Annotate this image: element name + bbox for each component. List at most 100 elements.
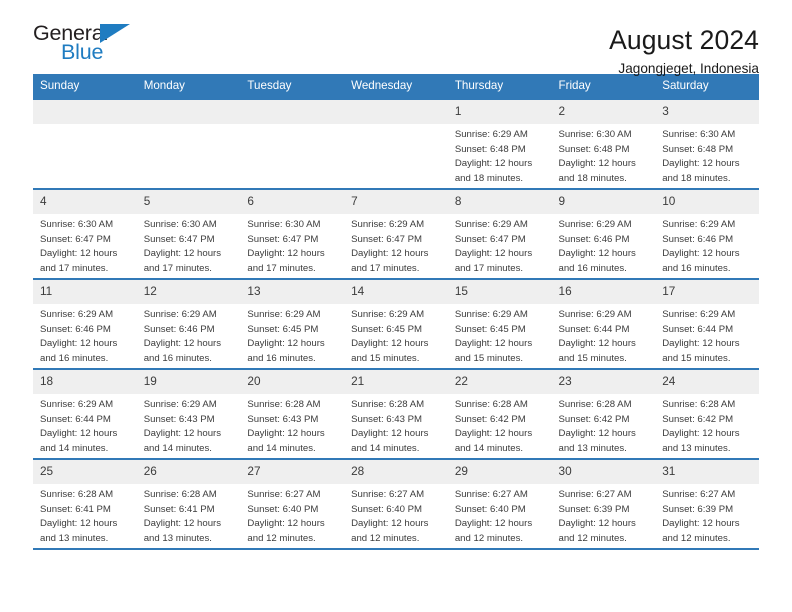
day-number: 26 xyxy=(136,460,241,484)
calendar-day-cell[interactable]: 19 Sunrise: 6:29 AM Sunset: 6:43 PM Dayligh… xyxy=(136,368,241,459)
daylight-text-cont: and 16 minutes. xyxy=(558,262,627,274)
sunrise-text: Sunrise: 6:29 AM xyxy=(454,129,528,140)
daylight-text-cont: and 13 minutes. xyxy=(40,532,109,544)
sunrise-text: Sunrise: 6:28 AM xyxy=(351,399,425,410)
daylight-text-cont: and 18 minutes. xyxy=(662,172,731,184)
calendar-day-cell[interactable]: 2 Sunrise: 6:30 AM Sunset: 6:48 PM Daylight… xyxy=(551,98,656,189)
day-number: 11 xyxy=(33,280,137,304)
daylight-text: Daylight: 12 hours xyxy=(662,248,740,260)
sunrise-text: Sunrise: 6:29 AM xyxy=(662,309,736,320)
calendar-day-cell[interactable]: 12 Sunrise: 6:29 AM Sunset: 6:46 PM Dayligh… xyxy=(136,278,241,369)
calendar-day-cell[interactable]: 3 Sunrise: 6:30 AM Sunset: 6:48 PM Daylight… xyxy=(655,98,759,189)
daylight-text-cont: and 15 minutes. xyxy=(351,352,420,364)
day-details: Sunrise: 6:30 AM Sunset: 6:47 PM Daylight:… xyxy=(137,214,241,276)
day-number: 12 xyxy=(136,280,241,304)
daylight-text-cont: and 14 minutes. xyxy=(247,442,316,454)
calendar-week-row: 1 Sunrise: 6:29 AM Sunset: 6:48 PM Daylight… xyxy=(33,98,759,189)
calendar-day-cell[interactable]: 26 Sunrise: 6:28 AM Sunset: 6:41 PM Dayligh… xyxy=(136,458,241,550)
daylight-text: Daylight: 12 hours xyxy=(247,428,325,440)
day-number: 6 xyxy=(240,190,345,214)
sunset-text: Sunset: 6:42 PM xyxy=(662,413,734,425)
daylight-text-cont: and 14 minutes. xyxy=(454,442,524,454)
calendar-day-cell[interactable]: 23 Sunrise: 6:28 AM Sunset: 6:42 PM Dayligh… xyxy=(551,368,656,459)
day-number xyxy=(240,100,345,124)
daylight-text: Daylight: 12 hours xyxy=(454,338,533,350)
daylight-text-cont: and 13 minutes. xyxy=(558,442,627,454)
sunrise-text: Sunrise: 6:29 AM xyxy=(662,219,736,230)
calendar-day-cell[interactable]: 30 Sunrise: 6:27 AM Sunset: 6:39 PM Dayligh… xyxy=(551,458,656,550)
daylight-text-cont: and 15 minutes. xyxy=(558,352,627,364)
sunrise-text: Sunrise: 6:28 AM xyxy=(143,489,217,500)
calendar-week-row: 4 Sunrise: 6:30 AM Sunset: 6:47 PM Daylight… xyxy=(33,188,759,279)
day-number xyxy=(136,100,241,124)
calendar-day-cell[interactable]: 25 Sunrise: 6:28 AM Sunset: 6:41 PM Dayligh… xyxy=(33,458,137,550)
calendar-day-cell[interactable]: 13 Sunrise: 6:29 AM Sunset: 6:45 PM Dayligh… xyxy=(240,278,345,369)
day-number xyxy=(344,100,448,124)
day-number: 30 xyxy=(551,460,656,484)
day-number: 21 xyxy=(344,370,448,394)
day-number: 1 xyxy=(447,100,552,124)
sunrise-text: Sunrise: 6:30 AM xyxy=(143,219,217,230)
calendar-day-cell[interactable]: 8 Sunrise: 6:29 AM Sunset: 6:47 PM Daylight… xyxy=(447,188,552,279)
day-details: Sunrise: 6:29 AM Sunset: 6:47 PM Daylight:… xyxy=(448,214,552,276)
daylight-text: Daylight: 12 hours xyxy=(558,338,636,350)
brand-logo[interactable]: General Blue xyxy=(33,22,141,69)
day-number: 19 xyxy=(136,370,241,394)
day-number: 10 xyxy=(655,190,759,214)
daylight-text: Daylight: 12 hours xyxy=(40,338,118,350)
daylight-text-cont: and 18 minutes. xyxy=(558,172,627,184)
daylight-text: Daylight: 12 hours xyxy=(662,518,740,530)
calendar-day-cell[interactable]: 16 Sunrise: 6:29 AM Sunset: 6:44 PM Dayligh… xyxy=(551,278,656,369)
sunrise-text: Sunrise: 6:29 AM xyxy=(558,309,632,320)
daylight-text: Daylight: 12 hours xyxy=(662,158,740,170)
daylight-text: Daylight: 12 hours xyxy=(558,158,636,170)
calendar-day-cell[interactable]: 4 Sunrise: 6:30 AM Sunset: 6:47 PM Daylight… xyxy=(33,188,137,279)
sunset-text: Sunset: 6:43 PM xyxy=(247,413,319,425)
daylight-text: Daylight: 12 hours xyxy=(662,428,740,440)
day-details: Sunrise: 6:28 AM Sunset: 6:41 PM Daylight:… xyxy=(33,484,137,546)
sunset-text: Sunset: 6:45 PM xyxy=(247,323,319,335)
sunrise-text: Sunrise: 6:29 AM xyxy=(558,219,632,230)
day-number: 17 xyxy=(655,280,759,304)
daylight-text-cont: and 14 minutes. xyxy=(351,442,420,454)
sunset-text: Sunset: 6:45 PM xyxy=(454,323,526,335)
calendar-week-row: 11 Sunrise: 6:29 AM Sunset: 6:46 PM Dayligh… xyxy=(33,278,759,369)
sunset-text: Sunset: 6:46 PM xyxy=(40,323,111,335)
day-number: 3 xyxy=(655,100,759,124)
calendar-day-cell[interactable]: 29 Sunrise: 6:27 AM Sunset: 6:40 PM Dayligh… xyxy=(447,458,552,550)
calendar-day-cell[interactable]: 18 Sunrise: 6:29 AM Sunset: 6:44 PM Dayligh… xyxy=(33,368,137,459)
calendar-day-cell[interactable]: 11 Sunrise: 6:29 AM Sunset: 6:46 PM Dayligh… xyxy=(33,278,137,369)
sunrise-text: Sunrise: 6:27 AM xyxy=(351,489,425,500)
calendar-day-cell[interactable]: 17 Sunrise: 6:29 AM Sunset: 6:44 PM Dayligh… xyxy=(655,278,759,369)
sunrise-text: Sunrise: 6:29 AM xyxy=(40,309,114,320)
weekday-header-tuesday: Tuesday xyxy=(240,74,345,99)
calendar-day-cell[interactable]: 31 Sunrise: 6:27 AM Sunset: 6:39 PM Dayligh… xyxy=(655,458,759,550)
daylight-text: Daylight: 12 hours xyxy=(454,158,533,170)
calendar-day-cell[interactable]: 24 Sunrise: 6:28 AM Sunset: 6:42 PM Dayligh… xyxy=(655,368,759,459)
daylight-text: Daylight: 12 hours xyxy=(40,248,118,260)
day-details: Sunrise: 6:30 AM Sunset: 6:48 PM Daylight:… xyxy=(552,124,656,186)
sunrise-text: Sunrise: 6:29 AM xyxy=(40,399,114,410)
day-details: Sunrise: 6:30 AM Sunset: 6:47 PM Daylight:… xyxy=(240,214,344,276)
weekday-header-sunday: Sunday xyxy=(33,74,137,99)
sunrise-text: Sunrise: 6:29 AM xyxy=(454,309,528,320)
calendar-day-cell[interactable]: 14 Sunrise: 6:29 AM Sunset: 6:45 PM Dayligh… xyxy=(344,278,448,369)
sunset-text: Sunset: 6:48 PM xyxy=(558,143,630,155)
calendar-day-cell[interactable]: 27 Sunrise: 6:27 AM Sunset: 6:40 PM Dayligh… xyxy=(240,458,345,550)
daylight-text: Daylight: 12 hours xyxy=(143,518,222,530)
calendar-day-cell[interactable]: 1 Sunrise: 6:29 AM Sunset: 6:48 PM Daylight… xyxy=(447,98,552,189)
calendar-day-cell[interactable]: 21 Sunrise: 6:28 AM Sunset: 6:43 PM Dayligh… xyxy=(344,368,448,459)
day-number: 24 xyxy=(655,370,759,394)
calendar-week-row: 18 Sunrise: 6:29 AM Sunset: 6:44 PM Dayligh… xyxy=(33,368,759,459)
calendar-day-cell[interactable]: 20 Sunrise: 6:28 AM Sunset: 6:43 PM Dayligh… xyxy=(240,368,345,459)
calendar-day-cell[interactable]: 10 Sunrise: 6:29 AM Sunset: 6:46 PM Dayligh… xyxy=(655,188,759,279)
calendar-day-cell[interactable]: 28 Sunrise: 6:27 AM Sunset: 6:40 PM Dayligh… xyxy=(344,458,448,550)
calendar-day-cell[interactable]: 5 Sunrise: 6:30 AM Sunset: 6:47 PM Daylight… xyxy=(136,188,241,279)
calendar-day-cell[interactable]: 22 Sunrise: 6:28 AM Sunset: 6:42 PM Dayligh… xyxy=(447,368,552,459)
day-number: 15 xyxy=(447,280,552,304)
calendar-day-cell[interactable]: 9 Sunrise: 6:29 AM Sunset: 6:46 PM Daylight… xyxy=(551,188,656,279)
calendar-day-cell[interactable]: 15 Sunrise: 6:29 AM Sunset: 6:45 PM Dayligh… xyxy=(447,278,552,369)
calendar-day-cell[interactable]: 7 Sunrise: 6:29 AM Sunset: 6:47 PM Daylight… xyxy=(344,188,448,279)
sunset-text: Sunset: 6:44 PM xyxy=(662,323,734,335)
calendar-day-cell[interactable]: 6 Sunrise: 6:30 AM Sunset: 6:47 PM Daylight… xyxy=(240,188,345,279)
